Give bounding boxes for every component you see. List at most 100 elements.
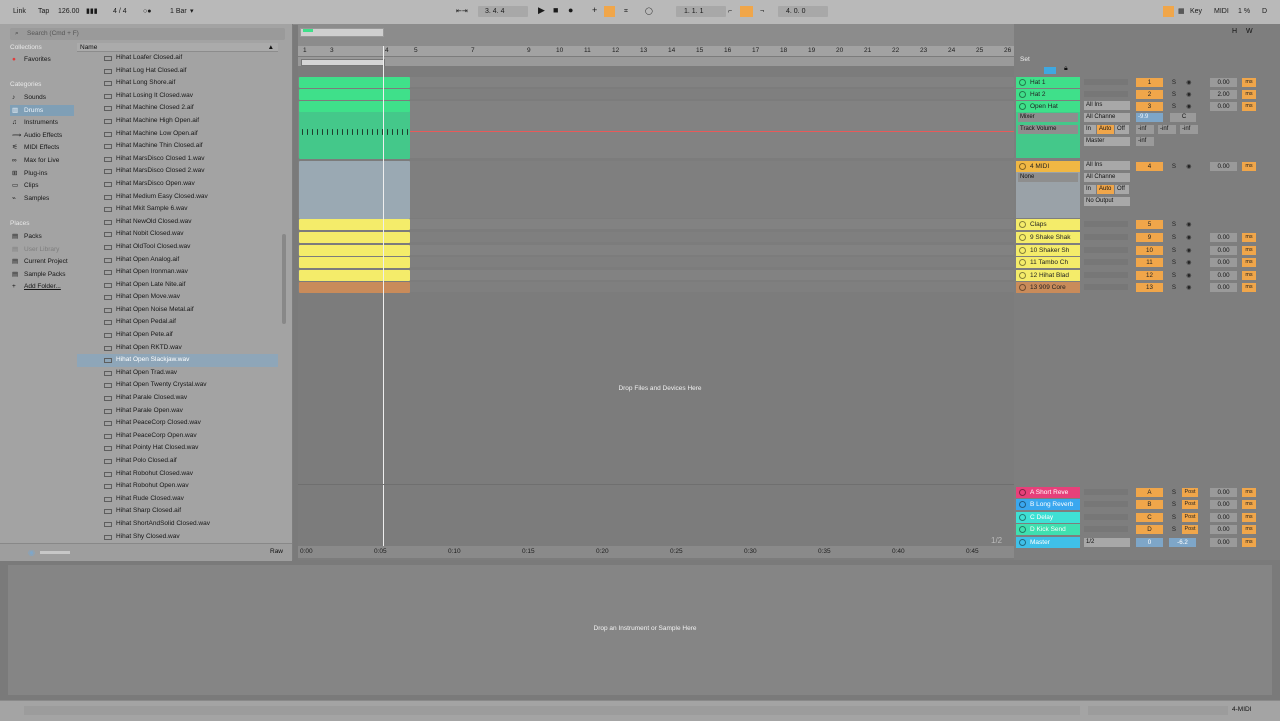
track-volume[interactable]: 0.00 bbox=[1210, 258, 1237, 267]
category-sounds[interactable]: ♪ Sounds bbox=[10, 92, 74, 103]
file-item[interactable]: Hihat OldTool Closed.wav bbox=[77, 241, 278, 254]
track-volume[interactable]: 0.00 bbox=[1210, 233, 1237, 242]
file-item[interactable]: Hihat Rude Closed.wav bbox=[77, 493, 278, 506]
solo-button[interactable]: S bbox=[1169, 220, 1179, 229]
category-max-for-live[interactable]: ∞ Max for Live bbox=[10, 155, 74, 166]
file-item[interactable]: Hihat Medium Easy Closed.wav bbox=[77, 191, 278, 204]
file-item[interactable]: Hihat Machine High Open.aif bbox=[77, 115, 278, 128]
return-letter-button[interactable]: B bbox=[1136, 500, 1163, 509]
punch-out-icon[interactable]: ¬ bbox=[760, 7, 764, 17]
favorites-item[interactable]: ● Favorites bbox=[10, 54, 74, 65]
file-item[interactable]: Hihat Mkit Sample 6.wav bbox=[77, 203, 278, 216]
hide-w-toggle[interactable]: W bbox=[1246, 28, 1253, 35]
track-number-button[interactable]: 5 bbox=[1136, 220, 1163, 229]
link-button[interactable]: Link bbox=[13, 7, 26, 17]
track-activator-icon[interactable] bbox=[1019, 79, 1026, 86]
record-arm-icon[interactable]: ◉ bbox=[1184, 258, 1194, 267]
track-activator-icon[interactable] bbox=[1019, 489, 1026, 496]
track-volume[interactable]: 2.00 bbox=[1210, 90, 1237, 99]
solo-button[interactable]: S bbox=[1169, 525, 1179, 534]
monitor-off-button[interactable]: Off bbox=[1115, 185, 1129, 194]
output-select[interactable]: Master bbox=[1084, 137, 1130, 146]
track-number-button[interactable]: 13 bbox=[1136, 283, 1163, 292]
monitor-in-button[interactable]: In bbox=[1084, 185, 1096, 194]
record-arm-icon[interactable]: ◉ bbox=[1184, 90, 1194, 99]
return-letter-button[interactable]: A bbox=[1136, 488, 1163, 497]
hide-h-toggle[interactable]: H bbox=[1232, 28, 1237, 35]
file-item[interactable]: Hihat MarsDisco Closed 2.wav bbox=[77, 165, 278, 178]
place-user-library[interactable]: ▤ User Library bbox=[10, 244, 74, 255]
delay-unit[interactable]: ms bbox=[1242, 233, 1256, 242]
track-title-9[interactable]: 12 Hihat Blad bbox=[1016, 270, 1080, 281]
track-number-button[interactable]: 9 bbox=[1136, 233, 1163, 242]
delay-unit[interactable]: ms bbox=[1242, 78, 1256, 87]
tempo-field[interactable]: 126.00 bbox=[58, 7, 79, 17]
solo-button[interactable]: S bbox=[1169, 500, 1179, 509]
file-item[interactable]: Hihat Machine Thin Closed.aif bbox=[77, 140, 278, 153]
solo-button[interactable]: S bbox=[1169, 513, 1179, 522]
delay-unit[interactable]: ms bbox=[1242, 102, 1256, 111]
track-title-4[interactable]: 4 MIDI bbox=[1016, 161, 1080, 172]
reenable-automation-icon[interactable]: ⌗ bbox=[624, 7, 628, 17]
track-volume[interactable]: 0.00 bbox=[1210, 271, 1237, 280]
return-track-a[interactable]: A Short Reve bbox=[1016, 487, 1080, 498]
return-track-b[interactable]: B Long Reverb bbox=[1016, 499, 1080, 510]
file-item[interactable]: Hihat Shy Closed.wav bbox=[77, 531, 278, 544]
file-item[interactable]: Hihat Losing It Closed.wav bbox=[77, 90, 278, 103]
file-item[interactable]: Hihat Open Noise Metal.aif bbox=[77, 304, 278, 317]
place-sample-packs[interactable]: ▤ Sample Packs bbox=[10, 269, 74, 280]
draw-mode-icon[interactable] bbox=[1163, 6, 1174, 17]
monitor-off-button[interactable]: Off bbox=[1115, 125, 1129, 134]
track-title-8[interactable]: 11 Tambo Ch bbox=[1016, 257, 1080, 268]
track-title-5[interactable]: Claps bbox=[1016, 219, 1080, 230]
track-pan[interactable]: C bbox=[1170, 113, 1196, 122]
metronome-icon[interactable]: ○● bbox=[143, 7, 151, 17]
loop-start[interactable]: 1. 1. 1 bbox=[684, 7, 703, 17]
track-title-6[interactable]: 9 Shake Shak bbox=[1016, 232, 1080, 243]
automation-chooser[interactable]: Mixer bbox=[1018, 113, 1078, 122]
follow-icon[interactable]: ⇤⇥ bbox=[456, 7, 468, 17]
track-activator-icon[interactable] bbox=[1019, 284, 1026, 291]
track-activator-icon[interactable] bbox=[1019, 526, 1026, 533]
metronome-bars-icon[interactable]: ▮▮▮ bbox=[86, 7, 98, 17]
output-select[interactable]: No Output bbox=[1084, 197, 1130, 206]
track-activator-icon[interactable] bbox=[1019, 272, 1026, 279]
file-item[interactable]: Hihat Machine Low Open.aif bbox=[77, 128, 278, 141]
solo-button[interactable]: S bbox=[1169, 162, 1179, 171]
record-arm-icon[interactable]: ◉ bbox=[1184, 233, 1194, 242]
track-title-1[interactable]: Hat 1 bbox=[1016, 77, 1080, 88]
file-item[interactable]: Hihat MarsDisco Open.wav bbox=[77, 178, 278, 191]
preview-headphones-icon[interactable]: ◉ bbox=[28, 548, 35, 557]
track-activator-icon[interactable] bbox=[1019, 91, 1026, 98]
track-number-button[interactable]: 4 bbox=[1136, 162, 1163, 171]
return-volume[interactable]: 0.00 bbox=[1210, 525, 1237, 534]
input-type-select[interactable]: All Ins bbox=[1084, 101, 1130, 110]
file-item[interactable]: Hihat Open Pete.aif bbox=[77, 329, 278, 342]
record-arm-icon[interactable]: ◉ bbox=[1184, 283, 1194, 292]
category-clips[interactable]: ▭ Clips bbox=[10, 180, 74, 191]
record-icon[interactable]: ● bbox=[568, 5, 573, 15]
stop-icon[interactable]: ■ bbox=[553, 5, 558, 15]
post-button[interactable]: Post bbox=[1182, 488, 1198, 497]
category-drums[interactable]: ▥ Drums bbox=[10, 104, 74, 116]
file-item[interactable]: Hihat MarsDisco Closed 1.wav bbox=[77, 153, 278, 166]
file-item[interactable]: Hihat Nobit Closed.wav bbox=[77, 228, 278, 241]
send-a[interactable]: -inf bbox=[1136, 125, 1154, 134]
solo-button[interactable]: S bbox=[1169, 233, 1179, 242]
automation-view-icon[interactable] bbox=[1044, 67, 1056, 74]
time-ruler[interactable]: 0:00 0:05 0:10 0:15 0:20 0:25 0:30 0:35 0:40 0:45 bbox=[298, 546, 1014, 558]
file-item[interactable]: Hihat Pointy Hat Closed.wav bbox=[77, 442, 278, 455]
loop-brace[interactable] bbox=[301, 59, 385, 66]
record-arm-icon[interactable]: ◉ bbox=[1184, 246, 1194, 255]
file-item[interactable]: Hihat PeaceCorp Open.wav bbox=[77, 430, 278, 443]
master-volume-db[interactable]: -6.2 bbox=[1169, 538, 1196, 547]
name-column-header[interactable]: Name ▲ bbox=[77, 43, 278, 52]
file-item[interactable]: Hihat Open Trad.wav bbox=[77, 367, 278, 380]
track-volume[interactable]: 0.00 bbox=[1210, 283, 1237, 292]
delay-unit[interactable]: ms bbox=[1242, 488, 1256, 497]
track-volume[interactable]: 0.00 bbox=[1210, 246, 1237, 255]
return-volume[interactable]: 0.00 bbox=[1210, 513, 1237, 522]
delay-unit[interactable]: ms bbox=[1242, 525, 1256, 534]
session-record-icon[interactable]: ◯ bbox=[645, 7, 653, 17]
file-item[interactable]: Hihat Open Twenty Crystal.wav bbox=[77, 379, 278, 392]
